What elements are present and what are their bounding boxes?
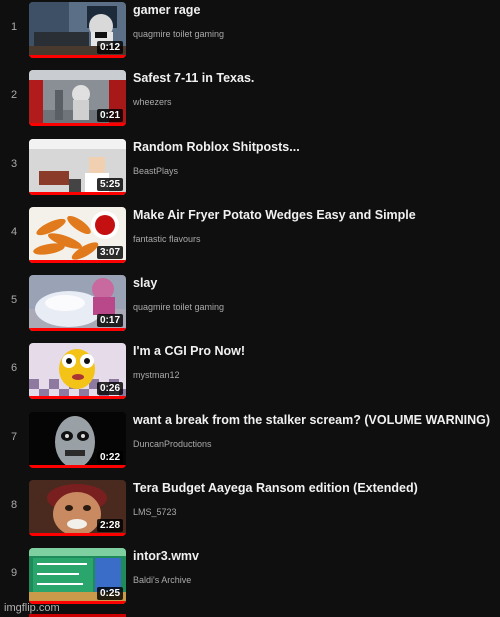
playlist-item[interactable]: 4 3:07 Make Air Fryer Potato Wedges Easy… bbox=[0, 205, 500, 271]
item-index: 2 bbox=[10, 89, 18, 101]
video-title[interactable]: gamer rage bbox=[133, 3, 493, 17]
item-index: 7 bbox=[10, 431, 18, 443]
duration-badge: 0:26 bbox=[96, 382, 123, 395]
watch-progress-bar bbox=[29, 192, 126, 195]
duration-badge: 0:21 bbox=[96, 109, 123, 122]
playlist-item[interactable]: 6 0:26 I'm a CGI Pro Now! mystman12 bbox=[0, 341, 500, 407]
channel-name[interactable]: fantastic flavours bbox=[133, 234, 201, 244]
channel-name[interactable]: LMS_5723 bbox=[133, 507, 177, 517]
item-index: 8 bbox=[10, 499, 18, 511]
video-title[interactable]: slay bbox=[133, 276, 493, 290]
watch-progress-bar bbox=[29, 55, 126, 58]
video-title[interactable]: intor3.wmv bbox=[133, 549, 493, 563]
item-index: 3 bbox=[10, 158, 18, 170]
video-thumbnail[interactable]: 3:07 bbox=[29, 207, 126, 263]
video-title[interactable]: Random Roblox Shitposts... bbox=[133, 140, 493, 154]
watch-progress-bar bbox=[29, 396, 126, 399]
duration-badge: 0:12 bbox=[96, 41, 123, 54]
playlist-item[interactable]: 5 0:17 slay quagmire toilet gaming bbox=[0, 273, 500, 339]
watch-progress-bar bbox=[29, 465, 126, 468]
video-thumbnail[interactable]: 0:21 bbox=[29, 70, 126, 126]
item-index: 6 bbox=[10, 362, 18, 374]
channel-name[interactable]: quagmire toilet gaming bbox=[133, 302, 224, 312]
video-title[interactable]: I'm a CGI Pro Now! bbox=[133, 344, 493, 358]
playlist-item[interactable]: 9 0:25 intor3.wmv Baldi's Archive bbox=[0, 546, 500, 612]
watch-progress-bar bbox=[29, 123, 126, 126]
video-thumbnail[interactable]: 0:25 bbox=[29, 548, 126, 604]
imgflip-watermark: imgflip.com bbox=[4, 602, 60, 614]
duration-badge: 2:28 bbox=[96, 519, 123, 532]
video-title[interactable]: Make Air Fryer Potato Wedges Easy and Si… bbox=[133, 208, 493, 222]
channel-name[interactable]: quagmire toilet gaming bbox=[133, 29, 224, 39]
duration-badge: 3:07 bbox=[96, 246, 123, 259]
video-title[interactable]: Safest 7-11 in Texas. bbox=[133, 71, 493, 85]
watch-progress-bar bbox=[29, 533, 126, 536]
watch-progress-bar bbox=[29, 328, 126, 331]
duration-badge: 0:17 bbox=[96, 314, 123, 327]
item-index: 5 bbox=[10, 294, 18, 306]
channel-name[interactable]: DuncanProductions bbox=[133, 439, 212, 449]
video-thumbnail[interactable]: 0:22 bbox=[29, 412, 126, 468]
video-thumbnail[interactable]: 5:25 bbox=[29, 139, 126, 195]
watch-progress-bar bbox=[29, 260, 126, 263]
channel-name[interactable]: BeastPlays bbox=[133, 166, 178, 176]
playlist-item[interactable]: 7 0:22 want a break from the stalker scr… bbox=[0, 410, 500, 476]
item-index: 4 bbox=[10, 226, 18, 238]
channel-name[interactable]: Baldi's Archive bbox=[133, 575, 191, 585]
video-title[interactable]: want a break from the stalker scream? (V… bbox=[133, 413, 493, 427]
playlist-item[interactable]: 3 5:25 Random Roblox Shitposts... BeastP… bbox=[0, 137, 500, 203]
duration-badge: 5:25 bbox=[96, 178, 123, 191]
item-index: 1 bbox=[10, 21, 18, 33]
duration-badge: 0:25 bbox=[96, 587, 123, 600]
video-title[interactable]: Tera Budget Aayega Ransom edition (Exten… bbox=[133, 481, 493, 495]
playlist-item[interactable]: 2 0:21 Safest 7-11 in Texas. wheezers bbox=[0, 68, 500, 134]
playlist-item[interactable]: 1 0:12 gamer rage quagmire toilet gaming bbox=[0, 0, 500, 66]
video-thumbnail[interactable]: 2:28 bbox=[29, 480, 126, 536]
channel-name[interactable]: wheezers bbox=[133, 97, 172, 107]
item-index: 9 bbox=[10, 567, 18, 579]
video-thumbnail[interactable]: 0:17 bbox=[29, 275, 126, 331]
video-thumbnail[interactable]: 0:12 bbox=[29, 2, 126, 58]
playlist-item[interactable]: 8 2:28 Tera Budget Aayega Ransom edition… bbox=[0, 478, 500, 544]
duration-badge: 0:22 bbox=[96, 451, 123, 464]
video-thumbnail[interactable]: 0:26 bbox=[29, 343, 126, 399]
channel-name[interactable]: mystman12 bbox=[133, 370, 180, 380]
